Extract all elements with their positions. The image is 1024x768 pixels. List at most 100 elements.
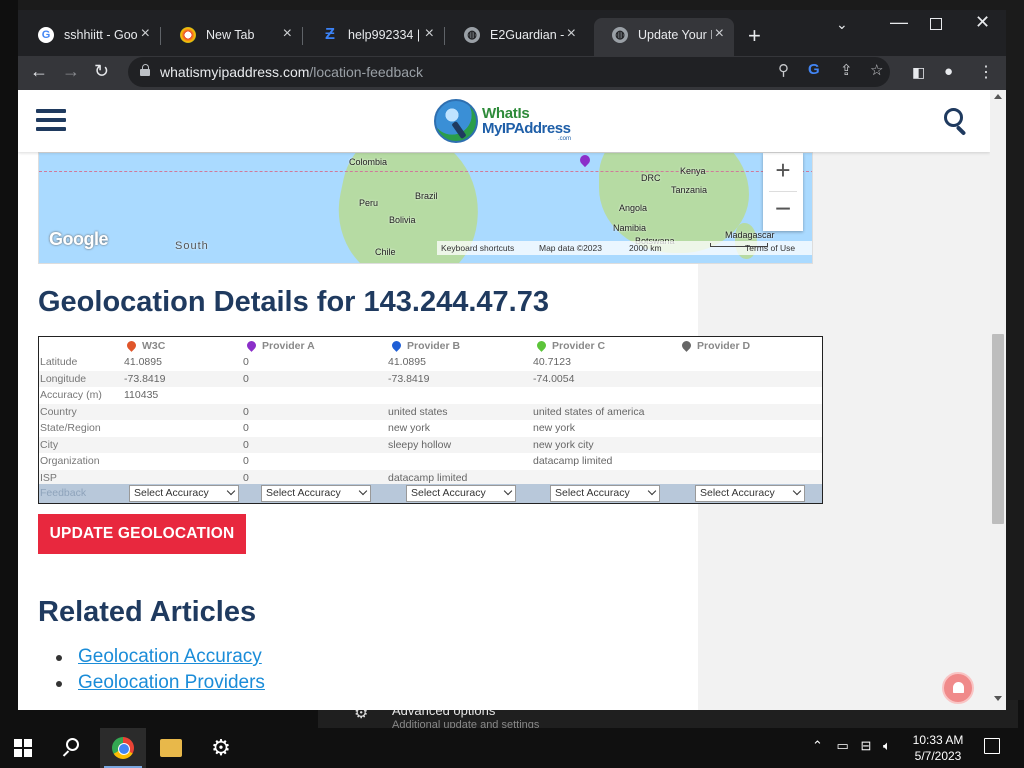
column-header-provider-b: Provider B bbox=[390, 339, 460, 352]
zoom-out-button[interactable]: − bbox=[763, 193, 803, 229]
page-scrollbar[interactable] bbox=[990, 90, 1006, 710]
minimize-button[interactable]: — bbox=[890, 12, 908, 33]
lock-icon[interactable] bbox=[140, 64, 150, 76]
chrome-window: G sshhiitt - Goog × New Tab × Ƶ help9923… bbox=[18, 10, 1006, 710]
row-label: Accuracy (m) bbox=[40, 389, 102, 401]
map-label: Namibia bbox=[613, 223, 647, 233]
provider-b-accuracy-select[interactable]: Select Accuracy bbox=[406, 485, 516, 502]
taskbar-clock[interactable]: 10:33 AM 5/7/2023 bbox=[908, 732, 968, 764]
google-lens-icon[interactable]: G bbox=[808, 61, 820, 78]
chevron-up-icon[interactable]: ⌃ bbox=[812, 738, 823, 753]
volume-icon[interactable]: 🔈︎ bbox=[883, 738, 891, 753]
table-row: State/Region 0 new york new york bbox=[39, 420, 822, 437]
update-geolocation-button[interactable]: UPDATE GEOLOCATION bbox=[38, 514, 246, 554]
chrome-icon bbox=[112, 737, 134, 759]
close-icon[interactable]: × bbox=[283, 25, 292, 43]
sidebar-icon[interactable]: ◧ bbox=[912, 64, 925, 81]
share-icon[interactable]: ⇪ bbox=[840, 61, 853, 79]
address-bar[interactable]: whatismyipaddress.com/location-feedback … bbox=[128, 57, 890, 87]
location-map[interactable]: Colombia Brazil Peru Bolivia Chile South… bbox=[38, 152, 813, 264]
map-label: Brazil bbox=[415, 191, 438, 201]
column-header-provider-a: Provider A bbox=[245, 339, 315, 352]
close-window-button[interactable]: ✕ bbox=[975, 12, 990, 33]
row-label: Organization bbox=[40, 455, 100, 467]
profile-icon[interactable]: ● bbox=[944, 63, 953, 80]
google-map-logo[interactable]: Google bbox=[49, 229, 109, 250]
provider-c-accuracy-select[interactable]: Select Accuracy bbox=[550, 485, 660, 502]
map-label: DRC bbox=[641, 173, 661, 183]
table-cell: 41.0895 bbox=[124, 356, 162, 368]
tab-2[interactable]: New Tab × bbox=[162, 18, 303, 56]
network-icon[interactable]: ⊟ bbox=[860, 738, 871, 753]
column-header-w3c: W3C bbox=[125, 339, 165, 352]
row-label: City bbox=[40, 438, 59, 451]
tab-1[interactable]: G sshhiitt - Goog × bbox=[20, 18, 161, 56]
file-explorer-icon[interactable] bbox=[160, 739, 182, 757]
close-icon[interactable]: × bbox=[715, 25, 724, 43]
table-cell: 0 bbox=[243, 455, 249, 467]
keyboard-shortcuts-link[interactable]: Keyboard shortcuts bbox=[441, 243, 514, 253]
list-item: Geolocation Accuracy bbox=[56, 646, 265, 672]
close-icon[interactable]: × bbox=[425, 25, 434, 43]
chrome-icon bbox=[180, 27, 196, 43]
battery-icon[interactable]: ▭ bbox=[837, 738, 849, 753]
provider-a-accuracy-select[interactable]: Select Accuracy bbox=[261, 485, 371, 502]
table-cell: 0 bbox=[243, 372, 249, 385]
map-label: Angola bbox=[619, 203, 648, 213]
search-icon[interactable] bbox=[944, 108, 970, 136]
location-pin-icon[interactable]: ⚲ bbox=[778, 61, 789, 79]
search-icon[interactable] bbox=[62, 738, 84, 758]
provider-a-map-pin[interactable] bbox=[577, 153, 593, 168]
notification-bell-button[interactable] bbox=[942, 672, 974, 704]
table-row: Longitude -73.8419 0 -73.8419 -74.0054 bbox=[39, 370, 822, 387]
system-tray[interactable]: ⌃ ▭ ⊟ 🔈︎ bbox=[812, 738, 891, 754]
table-cell: 0 bbox=[243, 422, 249, 434]
map-zoom-controls: + − bbox=[763, 153, 803, 231]
settings-gear-icon[interactable]: ⚙ bbox=[208, 735, 234, 761]
scroll-down-arrow-icon[interactable] bbox=[994, 696, 1002, 701]
geolocation-providers-link[interactable]: Geolocation Providers bbox=[78, 672, 265, 693]
tab-4[interactable]: ◍ E2Guardian - A × bbox=[446, 18, 586, 56]
geolocation-accuracy-link[interactable]: Geolocation Accuracy bbox=[78, 646, 262, 667]
close-icon[interactable]: × bbox=[567, 25, 576, 43]
new-tab-button[interactable]: + bbox=[748, 23, 761, 49]
menu-kebab-icon[interactable]: ⋮ bbox=[978, 62, 994, 82]
tab-title: New Tab bbox=[206, 28, 255, 42]
tab-separator bbox=[160, 27, 161, 45]
terms-of-use-link[interactable]: Terms of Use bbox=[745, 243, 795, 253]
maximize-button[interactable] bbox=[930, 18, 942, 30]
forward-button[interactable]: → bbox=[62, 61, 80, 82]
map-label: Bolivia bbox=[389, 215, 416, 225]
site-logo[interactable]: WhatIs MyIPAddress .com bbox=[434, 97, 584, 147]
provider-b-pin-icon bbox=[390, 339, 403, 352]
close-icon[interactable]: × bbox=[141, 25, 150, 43]
table-cell: sleepy hollow bbox=[388, 438, 452, 451]
tab-title: sshhiitt - Goog bbox=[64, 28, 138, 42]
map-label: Peru bbox=[359, 198, 379, 208]
chevron-down-icon bbox=[792, 486, 802, 496]
map-scale-label[interactable]: 2000 km bbox=[629, 243, 662, 253]
scroll-thumb[interactable] bbox=[992, 334, 1004, 524]
table-row: Country 0 united states united states of am… bbox=[39, 403, 822, 420]
map-label: Chile bbox=[375, 247, 396, 257]
map-data-credit[interactable]: Map data ©2023 bbox=[539, 243, 602, 253]
windows-start-icon[interactable] bbox=[14, 739, 32, 757]
table-row: Organization 0 datacamp limited bbox=[39, 453, 822, 470]
tab-3[interactable]: Ƶ help992334 | R × bbox=[304, 18, 445, 56]
zoom-in-button[interactable]: + bbox=[763, 153, 803, 189]
notification-center-icon[interactable] bbox=[984, 738, 1000, 754]
reload-button[interactable]: ↻ bbox=[94, 61, 109, 82]
chevron-down-icon[interactable]: ⌄ bbox=[836, 16, 848, 33]
url-text[interactable]: whatismyipaddress.com/location-feedback bbox=[160, 64, 423, 80]
map-label: Colombia bbox=[349, 157, 388, 167]
scroll-up-arrow-icon[interactable] bbox=[994, 94, 1002, 99]
bookmark-star-icon[interactable]: ☆ bbox=[870, 61, 883, 79]
w3c-accuracy-select[interactable]: Select Accuracy bbox=[129, 485, 239, 502]
provider-d-accuracy-select[interactable]: Select Accuracy bbox=[695, 485, 805, 502]
table-cell: 41.0895 bbox=[388, 356, 426, 368]
bell-icon bbox=[953, 682, 964, 693]
hamburger-menu-icon[interactable] bbox=[36, 109, 66, 131]
tab-5-active[interactable]: ◍ Update Your IP × bbox=[594, 18, 734, 56]
back-button[interactable]: ← bbox=[30, 61, 48, 82]
chrome-taskbar-button[interactable] bbox=[100, 728, 146, 768]
